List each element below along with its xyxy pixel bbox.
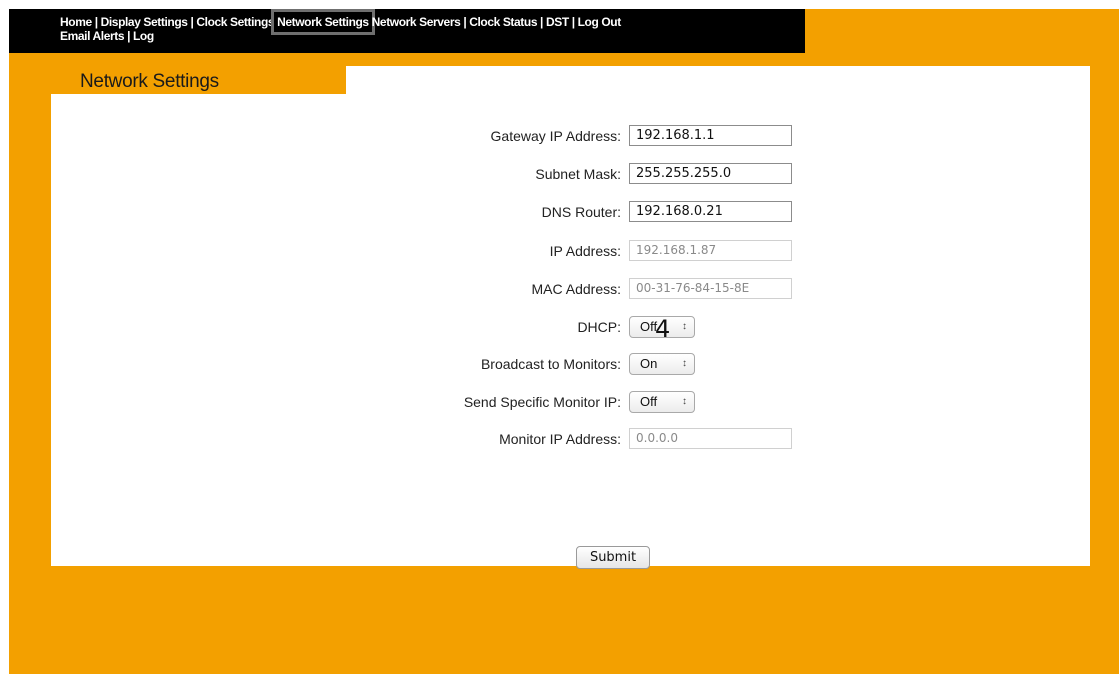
ip-label: IP Address: [549, 243, 621, 259]
nav-line-2: Email Alerts | Log [60, 29, 154, 43]
settings-panel: Gateway IP Address: 192.168.1.1 Subnet M… [51, 66, 1090, 569]
nav-clock-settings[interactable]: Clock Settings [196, 15, 274, 29]
send-specific-select-value: Off [640, 394, 658, 409]
broadcast-select-value: On [640, 356, 658, 371]
select-arrows-icon: ↕ [682, 358, 687, 369]
nav-clock-status[interactable]: Clock Status [469, 15, 537, 29]
ip-row: IP Address: 192.168.1.87 [51, 240, 1090, 264]
broadcast-select[interactable]: On ↕ [629, 353, 695, 375]
nav-email-alerts[interactable]: Email Alerts [60, 29, 125, 43]
send-specific-label: Send Specific Monitor IP: [463, 394, 621, 410]
mac-label: MAC Address: [531, 281, 621, 297]
monitor-ip-input[interactable]: 0.0.0.0 [629, 428, 792, 449]
select-arrows-icon: ↕ [682, 396, 687, 407]
gateway-row: Gateway IP Address: 192.168.1.1 [51, 125, 1090, 149]
send-specific-select[interactable]: Off ↕ [629, 391, 695, 413]
submit-button[interactable]: Submit [576, 546, 650, 569]
top-navigation: Home | Display Settings | Clock Settings… [9, 9, 805, 53]
gateway-ip-input[interactable]: 192.168.1.1 [629, 125, 792, 146]
dhcp-row: DHCP: Off ↕ [51, 316, 1090, 340]
broadcast-row: Broadcast to Monitors: On ↕ [51, 353, 1090, 377]
mac-address-input[interactable]: 00-31-76-84-15-8E [629, 278, 792, 299]
nav-network-settings[interactable]: Network Settings [271, 9, 375, 35]
subnet-label: Subnet Mask: [535, 166, 621, 182]
monitor-ip-row: Monitor IP Address: 0.0.0.0 [51, 428, 1090, 452]
monitor-ip-label: Monitor IP Address: [499, 431, 621, 447]
nav-dst[interactable]: DST [546, 15, 569, 29]
nav-display-settings[interactable]: Display Settings [101, 15, 188, 29]
page-background: Home | Display Settings | Clock Settings… [9, 9, 1119, 674]
subnet-mask-input[interactable]: 255.255.255.0 [629, 163, 792, 184]
nav-network-servers[interactable]: Network Servers [372, 15, 461, 29]
gateway-label: Gateway IP Address: [490, 128, 621, 144]
nav-log[interactable]: Log [133, 29, 154, 43]
nav-line-1: Home | Display Settings | Clock Settings… [60, 9, 622, 35]
nav-log-out[interactable]: Log Out [578, 15, 622, 29]
send-specific-row: Send Specific Monitor IP: Off ↕ [51, 391, 1090, 415]
select-arrows-icon: ↕ [682, 321, 687, 332]
dns-row: DNS Router: 192.168.0.21 [51, 201, 1090, 225]
dns-label: DNS Router: [541, 204, 621, 220]
nav-home[interactable]: Home [60, 15, 92, 29]
subnet-row: Subnet Mask: 255.255.255.0 [51, 163, 1090, 187]
mac-row: MAC Address: 00-31-76-84-15-8E [51, 278, 1090, 302]
page-title: Network Settings [80, 71, 219, 92]
broadcast-label: Broadcast to Monitors: [480, 356, 621, 372]
annotation-number: 4 [655, 315, 671, 343]
ip-address-input[interactable]: 192.168.1.87 [629, 240, 792, 261]
dns-router-input[interactable]: 192.168.0.21 [629, 201, 792, 222]
dhcp-label: DHCP: [577, 319, 621, 335]
